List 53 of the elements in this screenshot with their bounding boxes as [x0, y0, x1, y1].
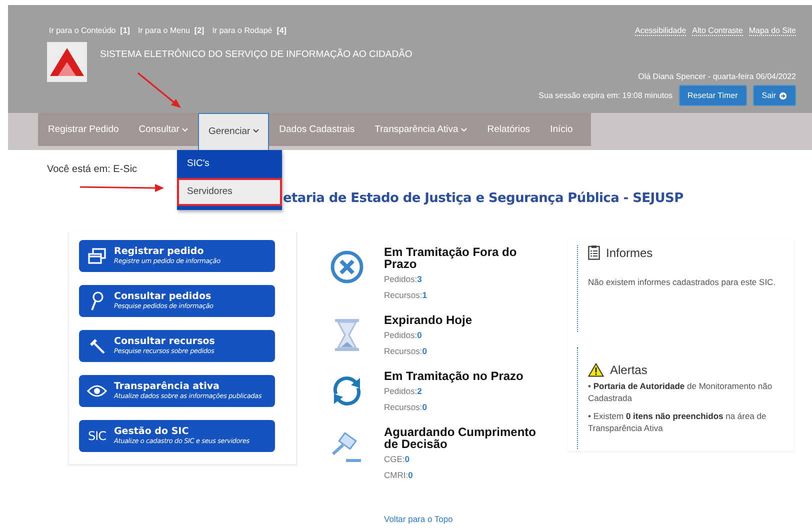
- logo-icon: [47, 42, 87, 82]
- alert-item: • Existem 0 itens não preenchidos na área de Transparência Ativa: [588, 410, 768, 434]
- menu-item[interactable]: Servidores: [177, 178, 282, 206]
- header-link[interactable]: Acessibilidade: [635, 26, 686, 36]
- status-count: Recursos:0: [384, 402, 428, 413]
- windows-icon: [88, 248, 106, 264]
- gavel-icon: [331, 430, 363, 464]
- search-icon: [90, 291, 104, 311]
- nav-tab[interactable]: Relatórios: [477, 113, 540, 146]
- status-count: CMRI:0: [384, 470, 414, 481]
- reset-timer-button[interactable]: Resetar Timer: [678, 85, 747, 106]
- clipboard-icon: [588, 245, 600, 260]
- informes-text: Não existem informes cadastrados para este SIC.: [588, 276, 777, 288]
- status-count: Recursos:0: [384, 346, 428, 357]
- nav-tab[interactable]: Consultar: [128, 113, 198, 146]
- nav-tab[interactable]: Transparência Ativa: [364, 113, 478, 146]
- breadcrumb: Você está em: E-Sic: [47, 164, 138, 175]
- skip-link[interactable]: Ir para o Rodapé [4]: [212, 26, 286, 35]
- eye-icon: [87, 384, 107, 398]
- exit-button[interactable]: Sair: [752, 85, 796, 106]
- status-count: Pedidos:0: [384, 330, 423, 341]
- user-greeting: Olá Diana Spencer - quarta-feira 06/04/2022: [638, 72, 796, 81]
- menu-item[interactable]: SIC's: [177, 150, 282, 178]
- sic-label: SIC: [87, 429, 107, 443]
- section-title: Informes: [606, 246, 653, 260]
- warning-icon: [588, 363, 604, 377]
- status-title: Aguardando Cumprimento de Decisão: [384, 426, 537, 450]
- annotation-arrow: [136, 72, 182, 110]
- page-title: etaria de Estado de Justiça e Segurança Pública - SEJUSP: [283, 191, 684, 206]
- alert-item: • Portaria de Autoridade de Monitoramento não Cadastrada: [588, 380, 774, 404]
- status-count: Pedidos:3: [384, 274, 423, 285]
- header-link[interactable]: Mapa do Site: [748, 26, 796, 36]
- skip-link[interactable]: Ir para o Menu [2]: [138, 26, 204, 35]
- x-circle-icon: [330, 250, 364, 284]
- back-to-top-link[interactable]: Voltar para o Topo: [384, 514, 453, 524]
- header-link[interactable]: Alto Contraste: [692, 26, 743, 36]
- skip-link[interactable]: Ir para o Conteúdo [1]: [49, 26, 130, 35]
- status-count: Recursos:1: [384, 290, 428, 301]
- nav-tab[interactable]: Início: [540, 113, 583, 146]
- nav-tab[interactable]: Registrar Pedido: [38, 113, 129, 146]
- exit-icon: [779, 92, 787, 100]
- system-title: SISTEMA ELETRÔNICO DO SERVIÇO DE INFORMAÇÃO AO CIDADÃO: [100, 49, 412, 60]
- nav-tab[interactable]: Dados Cadastrais: [269, 113, 365, 146]
- status-count: CGE:0: [384, 454, 411, 465]
- status-title: Em Tramitação Fora do Prazo: [384, 246, 518, 270]
- section-title: Alertas: [610, 363, 648, 377]
- nav-tab[interactable]: Gerenciar: [198, 113, 270, 151]
- hourglass-icon: [334, 318, 360, 352]
- status-title: Em Tramitação no Prazo: [384, 370, 524, 382]
- session-timer: Sua sessão expira em: 19:08 minutos: [538, 91, 673, 100]
- hammer-icon: [89, 338, 105, 354]
- status-count: Pedidos:2: [384, 386, 423, 397]
- status-title: Expirando Hoje: [384, 314, 474, 326]
